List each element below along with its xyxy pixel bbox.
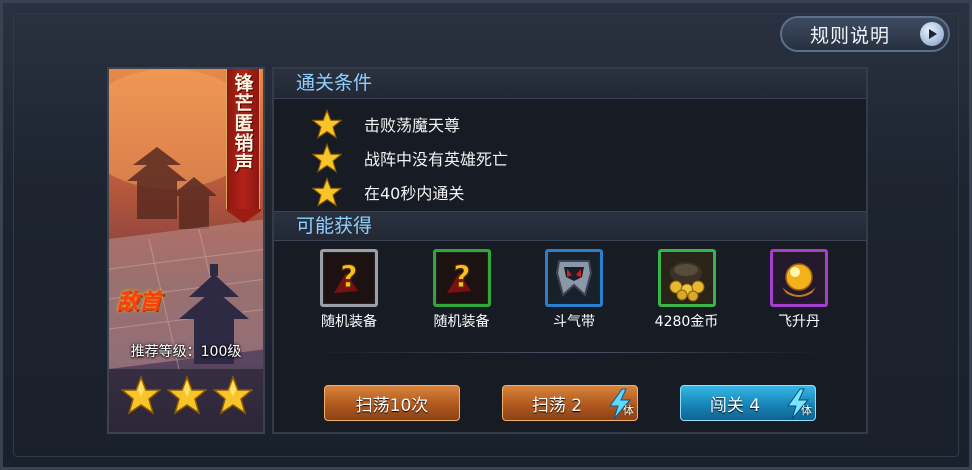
reward-label: 4280金币: [654, 314, 719, 330]
reward-item[interactable]: 4280金币: [642, 249, 732, 339]
sweep-10-button[interactable]: 扫荡10次: [324, 385, 460, 421]
reward-item[interactable]: ? 随机装备: [304, 249, 394, 339]
energy-suffix: 体: [623, 404, 634, 417]
reward-label: 飞升丹: [778, 314, 820, 330]
reward-label: 随机装备: [321, 314, 377, 330]
reward-item[interactable]: 斗气带: [529, 249, 619, 339]
star-icon: [167, 375, 207, 415]
star-icon: [312, 177, 342, 207]
sweep-10-label: 扫荡10次: [355, 395, 429, 416]
random-equipment-icon: ?: [436, 253, 487, 303]
reward-item[interactable]: 飞升丹: [754, 249, 844, 339]
reward-icon-frame: ?: [320, 249, 378, 307]
condition-item: 击败荡魔天尊: [312, 107, 508, 141]
stage-title-banner: 锋芒匿销声: [226, 69, 261, 223]
reward-icon-frame: [770, 249, 828, 307]
rewards-header: 可能获得: [274, 211, 866, 241]
condition-text: 战阵中没有英雄死亡: [364, 150, 509, 169]
conditions-list: 击败荡魔天尊 战阵中没有英雄死亡 在40秒内通关: [312, 107, 508, 209]
star-icon: [213, 375, 253, 415]
rewards-list: ? 随机装备 ? 随机装备 斗气带 4280金币 飞升丹: [304, 249, 844, 339]
boss-tag: 敌首: [117, 289, 162, 315]
star-icon: [121, 375, 161, 415]
reward-label: 随机装备: [433, 314, 490, 330]
svg-text:?: ?: [453, 260, 470, 295]
conditions-header: 通关条件: [274, 69, 866, 99]
play-arrow-icon: [920, 22, 944, 46]
reward-label: 斗气带: [553, 314, 595, 330]
condition-text: 击败荡魔天尊: [364, 116, 461, 135]
reward-icon-frame: ?: [432, 249, 491, 307]
pill-icon: [774, 253, 824, 303]
challenge-button[interactable]: 闯关 4 体: [680, 385, 816, 421]
rules-button-label: 规则说明: [809, 24, 890, 47]
condition-text: 在40秒内通关: [364, 184, 465, 203]
star-icon: [312, 143, 342, 173]
star-icon: [312, 109, 342, 139]
random-equipment-icon: ?: [324, 253, 374, 303]
challenge-label: 闯关 4: [709, 395, 761, 416]
stage-star-rating: [121, 375, 253, 415]
stage-info-panel: 通关条件 击败荡魔天尊 战阵中没有英雄死亡 在40秒内通关 可能获得 ? 随机装…: [272, 67, 868, 434]
belt-icon: [549, 253, 599, 303]
sweep-button[interactable]: 扫荡 2 体: [502, 385, 638, 421]
reward-icon-frame: [545, 249, 603, 307]
stage-card: 锋芒匿销声 敌首 推荐等级：100级: [107, 67, 265, 434]
svg-text:?: ?: [340, 260, 357, 295]
divider: [310, 352, 830, 353]
condition-item: 在40秒内通关: [312, 175, 508, 209]
stage-title: 锋芒匿销声: [231, 73, 254, 173]
energy-suffix: 体: [801, 404, 812, 417]
reward-icon-frame: [657, 249, 716, 307]
sweep-label: 扫荡 2: [531, 395, 583, 416]
reward-item[interactable]: ? 随机装备: [417, 249, 507, 339]
rules-button[interactable]: 规则说明: [780, 16, 950, 52]
banner-tip: [227, 209, 261, 223]
condition-item: 战阵中没有英雄死亡: [312, 141, 508, 175]
recommended-level: 推荐等级：100级: [130, 344, 242, 360]
gold-coins-icon: [661, 253, 712, 303]
